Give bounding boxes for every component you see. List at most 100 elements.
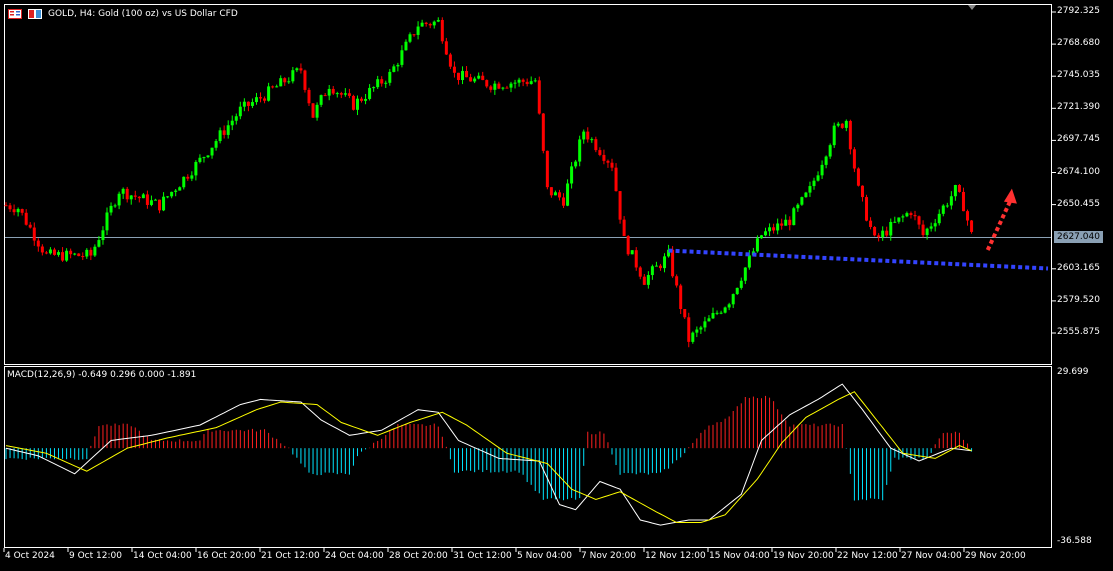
candle-body [909, 213, 913, 216]
support-trendline[interactable] [668, 248, 1049, 271]
candle-body [291, 70, 295, 82]
candle-body [671, 249, 675, 277]
candle-body [339, 93, 343, 95]
candle-body [695, 329, 699, 333]
candle-body [477, 75, 481, 79]
candle-body [190, 175, 194, 179]
candle-body [675, 276, 679, 286]
candle-body [69, 250, 73, 255]
candle-body [279, 78, 283, 87]
price-axis-label: 2792.325 [1057, 6, 1100, 16]
candle-body [137, 196, 141, 199]
candle-body [598, 150, 602, 155]
candle-body [452, 66, 456, 73]
candle-body [376, 79, 380, 88]
candle-body [735, 287, 739, 295]
time-axis-label: 28 Oct 20:00 [389, 551, 448, 561]
candle-body [24, 212, 28, 225]
candle-body [4, 205, 8, 207]
candle-body [602, 154, 606, 161]
candle-body [153, 199, 157, 201]
candle-body [768, 227, 772, 232]
candle-body [679, 285, 683, 310]
candle-body [456, 72, 460, 81]
chart-symbol-title: GOLD, H4: Gold (100 oz) vs US Dollar CFD [48, 9, 238, 19]
bullish-arrow[interactable] [985, 200, 1012, 251]
candle-body [824, 156, 828, 165]
candle-body [473, 78, 477, 82]
candle-body [372, 87, 376, 89]
candle-body [590, 139, 594, 141]
candle-body [408, 34, 412, 42]
candle-body [93, 246, 97, 256]
candle-body [263, 98, 267, 101]
candle-body [65, 250, 69, 261]
candle-body [307, 89, 311, 104]
candle-body [404, 41, 408, 51]
candle-body [327, 88, 331, 96]
candle-body [776, 223, 780, 231]
candle-body [905, 213, 909, 217]
candle-body [784, 219, 788, 226]
candle-body [921, 224, 925, 236]
candle-body [182, 176, 186, 188]
candle-body [699, 327, 703, 330]
price-axis-label: 2579.520 [1057, 294, 1100, 305]
chart-title-bar: GOLD, H4: Gold (100 oz) vs US Dollar CFD [8, 9, 238, 19]
candle-body [529, 81, 533, 85]
price-axis-label: 2745.035 [1057, 70, 1100, 81]
candle-body [840, 123, 844, 128]
candle-body [416, 26, 420, 35]
candle-body [743, 267, 747, 281]
candle-body [642, 276, 646, 285]
candle-body [469, 77, 473, 82]
candle-body [703, 321, 707, 328]
candle-body [335, 93, 339, 95]
candle-body [618, 191, 622, 220]
candle-body [246, 101, 250, 106]
candle-body [723, 307, 727, 313]
window-list-icon[interactable] [8, 9, 22, 19]
candle-body [158, 199, 162, 211]
candle-body [145, 194, 149, 205]
candle-body [48, 249, 52, 254]
candle-body [234, 116, 238, 121]
candle-body [521, 79, 525, 82]
candle-body [162, 196, 166, 211]
candle-body [953, 185, 957, 197]
candle-body [368, 87, 372, 99]
candle-body [400, 50, 404, 65]
chart-shift-marker-icon[interactable] [968, 5, 976, 10]
candle-body [658, 265, 662, 269]
candle-body [562, 197, 566, 206]
chart-canvas[interactable] [0, 0, 1113, 571]
candle-body [141, 194, 145, 199]
candle-body [40, 246, 44, 253]
candle-body [828, 145, 832, 157]
candle-body [129, 195, 133, 200]
candle-body [606, 160, 610, 163]
candle-body [654, 265, 658, 267]
candle-body [885, 230, 889, 236]
candle-body [194, 161, 198, 176]
candle-body [792, 208, 796, 226]
candle-body [331, 88, 335, 94]
candle-body [202, 157, 206, 159]
candle-body [844, 120, 848, 128]
candle-body [856, 168, 860, 186]
candle-body [780, 223, 784, 226]
candle-body [808, 186, 812, 193]
candle-body [594, 139, 598, 151]
candle-body [242, 101, 246, 107]
candle-body [836, 123, 840, 126]
candle-body [428, 24, 432, 26]
macd-axis-label: 29.699 [1057, 367, 1089, 377]
candle-body [715, 312, 719, 314]
candle-body [917, 216, 921, 225]
candle-body [650, 266, 654, 276]
candle-body [77, 253, 81, 257]
price-axis-label: 2603.165 [1057, 262, 1100, 273]
candle-body [663, 256, 667, 269]
one-click-trading-icon[interactable] [28, 9, 42, 19]
time-axis-label: 27 Nov 04:00 [901, 551, 962, 561]
